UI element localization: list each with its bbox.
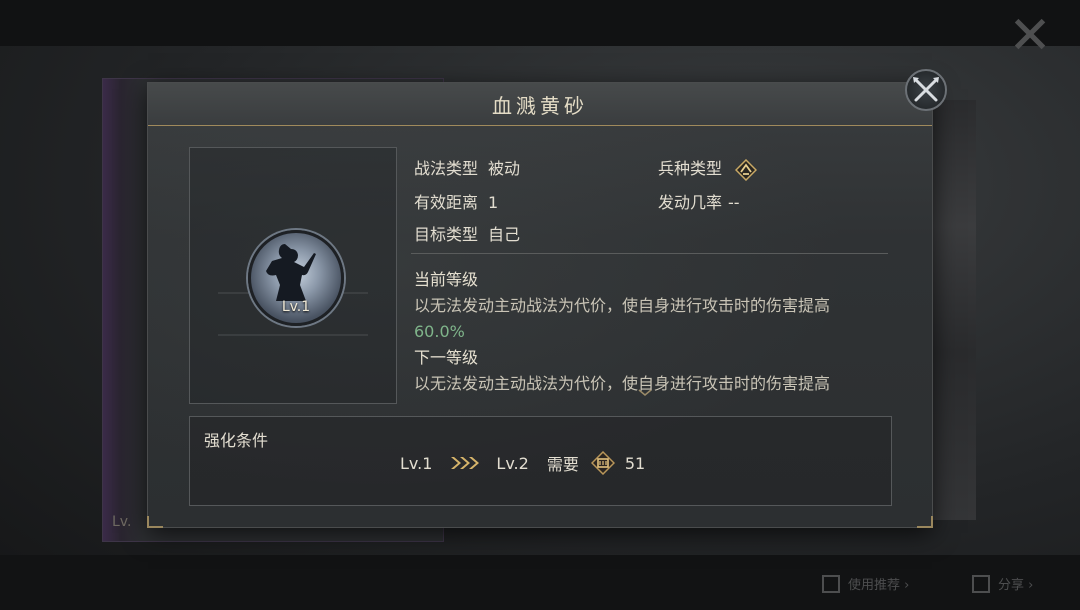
close-button[interactable]	[905, 69, 947, 111]
from-level: Lv.1	[400, 453, 433, 473]
trigger-rate-field: 发动几率 --	[658, 189, 740, 213]
scroll-down-icon[interactable]	[638, 389, 652, 397]
tactic-portrait: Lv.1	[248, 230, 344, 326]
next-level-text: 以无法发动主动战法为代价，使自身进行攻击时的伤害提高	[414, 374, 831, 393]
info-divider	[411, 253, 888, 254]
target-label: 目标类型	[414, 225, 479, 244]
upgrade-cost: 51	[624, 453, 646, 473]
close-icon	[913, 77, 939, 102]
triple-chevron-icon	[451, 457, 480, 469]
trigger-rate-label: 发动几率	[658, 193, 723, 212]
dialog-title: 血溅黄砂	[492, 94, 588, 118]
token-icon	[590, 451, 615, 475]
current-level-value: 60.0%	[414, 322, 465, 341]
dialog-title-bar: 血溅黄砂	[148, 83, 932, 126]
share-icon	[972, 574, 990, 593]
recommend-label: 使用推荐 ›	[848, 578, 910, 593]
tactic-type-label: 战法类型	[414, 159, 479, 178]
background-share-button[interactable]: 分享 ›	[972, 574, 1033, 593]
portrait-level-label: Lv.1	[281, 299, 311, 315]
troop-type-label: 兵种类型	[658, 159, 723, 178]
tactic-type-field: 战法类型 被动	[414, 155, 520, 179]
tactic-portrait-frame: Lv.1	[189, 147, 397, 404]
range-value: 1	[488, 193, 499, 212]
target-value: 自己	[488, 225, 521, 244]
dialog-corner-ornament-right	[917, 516, 933, 528]
background-recommend-button[interactable]: 使用推荐 ›	[822, 574, 909, 593]
upgrade-condition-panel: 强化条件 Lv.1 Lv.2 需要 51	[189, 416, 892, 506]
background-close-icon[interactable]: ✕	[1006, 10, 1054, 62]
upgrade-requirement-row: Lv.1 Lv.2 需要 51	[400, 451, 645, 475]
range-field: 有效距离 1	[414, 189, 498, 213]
recommend-icon	[822, 574, 840, 593]
current-level-text: 以无法发动主动战法为代价，使自身进行攻击时的伤害提高	[414, 296, 831, 315]
next-level-heading: 下一等级	[414, 348, 479, 367]
trigger-rate-value: --	[728, 193, 740, 212]
background-right-portraits	[930, 100, 976, 520]
tactic-type-value: 被动	[488, 159, 521, 178]
to-level: Lv.2	[496, 453, 529, 473]
troop-type-icon	[735, 158, 758, 181]
current-level-heading: 当前等级	[414, 270, 479, 289]
level-description-scroll[interactable]: 当前等级 以无法发动主动战法为代价，使自身进行攻击时的伤害提高 60.0% 下一…	[414, 267, 894, 397]
tactic-detail-dialog: 血溅黄砂 Lv.1 战法类型被动 兵种类型 有效距离1 发动几率-- 目标	[147, 69, 947, 528]
target-field: 目标类型 自己	[414, 221, 520, 245]
dialog-corner-ornament-left	[147, 516, 163, 528]
range-label: 有效距离	[414, 193, 479, 212]
background-bottom-bar	[0, 555, 1080, 610]
troop-type-field: 兵种类型	[658, 155, 758, 181]
need-label: 需要	[546, 455, 579, 474]
upgrade-condition-title: 强化条件	[204, 431, 269, 450]
share-label: 分享 ›	[998, 578, 1034, 593]
background-top-bar	[0, 0, 1080, 46]
